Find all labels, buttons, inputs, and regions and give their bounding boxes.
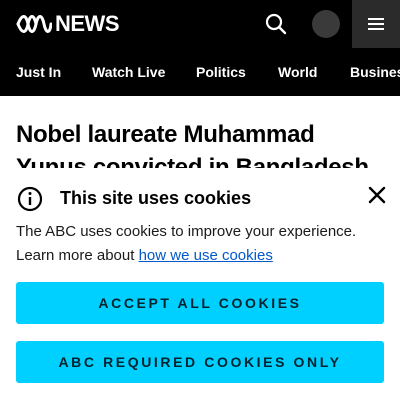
account-avatar[interactable] <box>312 10 340 38</box>
nav-item-politics[interactable]: Politics <box>196 48 246 96</box>
abc-news-logo[interactable]: NEWS <box>16 11 120 37</box>
cookie-banner-title: This site uses cookies <box>60 188 252 208</box>
nav-item-world[interactable]: World <box>278 48 317 96</box>
nav-item-business[interactable]: Business <box>350 48 400 96</box>
hamburger-menu-icon <box>368 18 384 30</box>
top-header: NEWS <box>0 0 400 48</box>
cookie-banner-description: The ABC uses cookies to improve your exp… <box>16 220 388 268</box>
search-button[interactable] <box>262 11 290 37</box>
menu-button[interactable] <box>352 0 400 48</box>
abc-logo-icon <box>16 15 52 33</box>
search-icon <box>265 13 287 35</box>
close-icon <box>368 186 386 204</box>
cookie-policy-link[interactable]: how we use cookies <box>139 247 273 264</box>
required-cookies-only-button[interactable]: ABC REQUIRED COOKIES ONLY <box>16 341 384 383</box>
brand-text: NEWS <box>55 11 120 36</box>
nav-item-watch-live[interactable]: Watch Live <box>92 48 165 96</box>
section-nav: Just In Watch Live Politics World Busine… <box>0 48 400 96</box>
accept-all-cookies-button[interactable]: ACCEPT ALL COOKIES <box>16 282 384 324</box>
info-icon <box>17 186 43 212</box>
nav-item-just-in[interactable]: Just In <box>16 48 61 96</box>
close-cookie-banner-button[interactable] <box>364 182 390 208</box>
